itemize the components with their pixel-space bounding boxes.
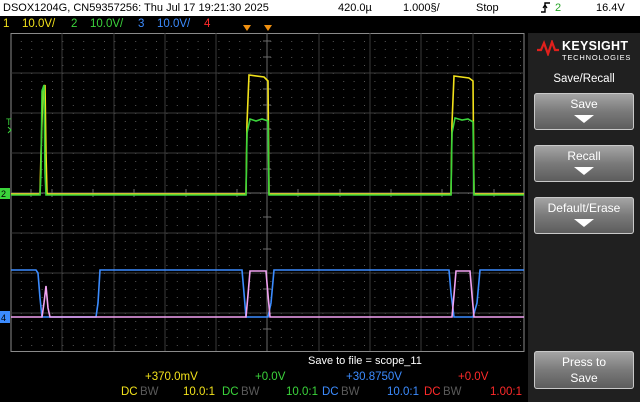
ch1-coupling: DC (121, 386, 138, 398)
default-erase-softkey[interactable]: Default/Erase (534, 197, 634, 234)
device-info: DSOX1204G, CN59357256: Thu Jul 17 19:21:… (3, 2, 269, 14)
menu-title: Save/Recall (553, 73, 615, 85)
status-header: DSOX1204G, CN59357256: Thu Jul 17 19:21:… (0, 0, 640, 16)
save-status-line: Save to file = scope_11 (0, 353, 528, 369)
ch1-probe: 10.0:1 (183, 386, 215, 398)
ch1-number[interactable]: 1 (3, 16, 9, 32)
recall-softkey[interactable]: Recall (534, 145, 634, 182)
recall-softkey-label: Recall (567, 149, 601, 163)
ch4-coupling: DC (424, 386, 441, 398)
channel-scale-bar: 1 10.0V/ 2 10.0V/ 3 10.0V/ 4 (0, 16, 528, 32)
ch3-offset[interactable]: +30.8750V (346, 371, 402, 383)
svg-text:4: 4 (1, 313, 6, 323)
softkey-panel: KEYSIGHT TECHNOLOGIES Save/Recall Save R… (528, 33, 640, 402)
default-erase-softkey-label: Default/Erase (547, 201, 621, 215)
ch2-offset[interactable]: +0.0V (255, 371, 285, 383)
save-status-text: Save to file = scope_11 (308, 355, 422, 367)
ch1-bw: BW (140, 386, 159, 398)
run-state: Stop (476, 2, 499, 14)
ch3-number[interactable]: 3 (138, 16, 144, 32)
trigger-level-marker: T (6, 117, 12, 127)
waveform-display[interactable]: 2 4 T (0, 33, 528, 353)
press-to-save-softkey[interactable]: Press to Save (534, 351, 634, 389)
brand-name: KEYSIGHT (562, 39, 629, 53)
channel-offset-panel: +370.0mV +0.0V +30.8750V +0.0V DC BW 10.… (0, 369, 528, 402)
ch3-coupling: DC (322, 386, 339, 398)
ch2-coupling: DC (222, 386, 239, 398)
brand-logo: KEYSIGHT TECHNOLOGIES (536, 39, 636, 67)
ch1-offset[interactable]: +370.0mV (145, 371, 198, 383)
press-to-save-label-2: Save (570, 371, 598, 385)
ch2-number[interactable]: 2 (71, 16, 77, 32)
submenu-arrow-icon (574, 219, 594, 227)
ch2-scale[interactable]: 10.0V/ (90, 16, 123, 32)
trigger-edge-icon (540, 0, 552, 19)
ch4-number[interactable]: 4 (204, 16, 210, 32)
svg-text:2: 2 (1, 189, 6, 199)
keysight-wave-icon (537, 40, 559, 56)
trigger-position-markers (243, 25, 272, 31)
ch3-probe: 10.0:1 (387, 386, 419, 398)
ch1-scale[interactable]: 10.0V/ (22, 16, 55, 32)
submenu-arrow-icon (574, 115, 594, 123)
ch3-scale[interactable]: 10.0V/ (157, 16, 190, 32)
trigger-channel: 2 (555, 2, 562, 14)
ch2-probe: 10.0:1 (286, 386, 318, 398)
timebase-scale[interactable]: 1.000§/ (403, 0, 440, 16)
ch2-bw: BW (241, 386, 260, 398)
save-softkey-label: Save (570, 97, 598, 111)
save-softkey[interactable]: Save (534, 93, 634, 130)
brand-sub: TECHNOLOGIES (562, 53, 632, 62)
submenu-arrow-icon (574, 167, 594, 175)
ch4-bw: BW (443, 386, 462, 398)
trigger-level[interactable]: 16.4V (596, 0, 625, 16)
timebase-delay[interactable]: 420.0µ (338, 0, 372, 16)
ch4-offset[interactable]: +0.0V (458, 371, 488, 383)
ground-markers[interactable]: 2 4 (0, 188, 10, 323)
waveform-graticule: 2 4 T (0, 33, 525, 352)
ch3-bw: BW (341, 386, 360, 398)
press-to-save-label-1: Press to (561, 355, 606, 369)
ch4-probe: 1.00:1 (490, 386, 522, 398)
